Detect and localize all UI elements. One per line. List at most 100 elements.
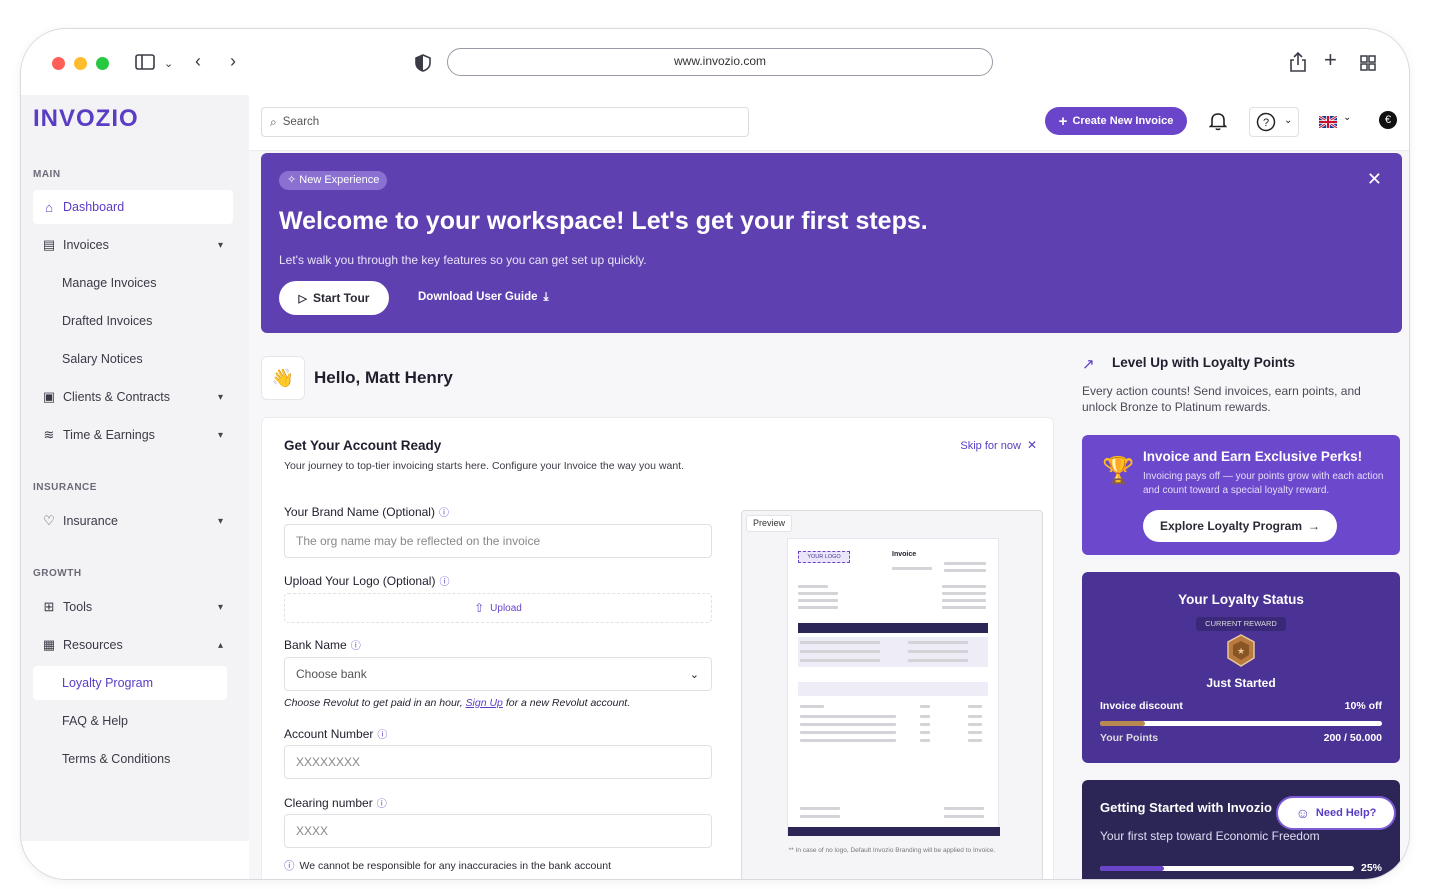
section-insurance: INSURANCE <box>33 482 97 493</box>
started-percent: 25% <box>1360 862 1382 874</box>
chevron-down-icon: ⌄ <box>1343 112 1352 123</box>
skip-button[interactable]: Skip for now ✕ <box>960 438 1037 452</box>
sidebar-item-insurance[interactable]: ♡ Insurance ▾ <box>33 504 233 538</box>
minimize-window-button[interactable] <box>74 57 87 70</box>
shield-icon[interactable] <box>415 54 431 75</box>
sidebar-item-clients[interactable]: ▣ Clients & Contracts ▾ <box>33 380 233 414</box>
invoice-paper: YOUR LOGO Invoice <box>787 538 1000 836</box>
resources-icon: ▦ <box>42 637 56 652</box>
app-logo[interactable]: INVOZIO <box>33 105 139 133</box>
logo-upload-dropzone[interactable]: ⇧ Upload <box>284 593 712 623</box>
explore-loyalty-button[interactable]: Explore Loyalty Program → <box>1143 510 1337 542</box>
info-icon: ⓘ <box>284 860 295 872</box>
close-icon: ✕ <box>1026 438 1037 452</box>
preview-logo-placeholder: YOUR LOGO <box>798 551 850 563</box>
perks-text: Invoicing pays off — your points grow wi… <box>1143 471 1384 496</box>
plus-icon: + <box>1058 112 1068 130</box>
play-icon: ▷ <box>298 292 307 305</box>
revolut-note: Choose Revolut to get paid in an hour, S… <box>284 697 631 709</box>
sidebar-item-dashboard[interactable]: ⌂ Dashboard <box>33 190 233 224</box>
sidebar-toggle-icon[interactable] <box>135 54 155 73</box>
banner-title: Welcome to your workspace! Let's get you… <box>279 207 928 235</box>
chevron-down-icon: ⌄ <box>689 668 699 681</box>
loyalty-level: Just Started <box>1206 676 1276 690</box>
clearing-number-label: Clearing number ⓘ <box>284 796 387 810</box>
avatar[interactable]: € <box>1379 111 1397 129</box>
sidebar-item-loyalty-program[interactable]: Loyalty Program <box>33 666 227 700</box>
sign-up-link[interactable]: Sign Up <box>466 697 503 709</box>
sidebar-item-tools[interactable]: ⊞ Tools ▾ <box>33 590 233 624</box>
maximize-window-button[interactable] <box>96 57 109 70</box>
share-icon[interactable] <box>1289 51 1307 76</box>
points-label: Your Points <box>1100 732 1159 744</box>
need-help-button[interactable]: ☺ Need Help? <box>1276 796 1396 830</box>
help-menu[interactable]: ? ⌄ <box>1249 107 1299 137</box>
search-input[interactable]: ⌕ Search <box>261 107 749 137</box>
create-invoice-button[interactable]: + Create New Invoice <box>1045 107 1187 135</box>
forward-icon[interactable]: › <box>230 52 236 70</box>
chevron-up-icon: ▴ <box>217 639 223 651</box>
home-icon: ⌂ <box>45 199 53 215</box>
arrow-right-icon: → <box>1308 519 1321 533</box>
discount-value: 10% off <box>1344 700 1382 712</box>
trending-up-icon: ↗ <box>1082 356 1095 373</box>
loyalty-status-card: Your Loyalty Status CURRENT REWARD ★ Jus… <box>1082 572 1400 763</box>
brand-name-input[interactable]: The org name may be reflected on the inv… <box>284 524 712 558</box>
account-number-input[interactable]: XXXXXXXX <box>284 745 712 779</box>
banner-subtitle: Let's walk you through the key features … <box>279 253 647 267</box>
bank-name-label: Bank Name ⓘ <box>284 638 361 652</box>
loyalty-subtitle: Every action counts! Send invoices, earn… <box>1082 384 1361 414</box>
close-window-button[interactable] <box>52 57 65 70</box>
sidebar-item-resources[interactable]: ▦ Resources ▴ <box>33 628 233 662</box>
close-icon[interactable]: ✕ <box>1367 169 1382 190</box>
welcome-banner: ✧ New Experience Welcome to your workspa… <box>261 153 1402 333</box>
sidebar-item-drafted-invoices[interactable]: Drafted Invoices <box>33 304 233 338</box>
heart-shield-icon: ♡ <box>43 513 55 528</box>
current-reward-badge: CURRENT REWARD <box>1196 617 1286 631</box>
sidebar-item-invoices[interactable]: ▤ Invoices ▾ <box>33 228 233 262</box>
info-icon: ⓘ <box>376 799 387 810</box>
info-icon: ⓘ <box>438 508 449 519</box>
browser-window: ⌄ ‹ › www.invozio.com + INVOZIO MAIN ⌂ Da… <box>20 28 1410 880</box>
back-icon[interactable]: ‹ <box>195 52 201 70</box>
bell-icon[interactable] <box>1208 111 1228 136</box>
chevron-down-icon[interactable]: ⌄ <box>164 55 173 73</box>
started-progress-fill <box>1100 866 1164 871</box>
top-bar: ⌕ Search + Create New Invoice ? ⌄ ⌄ € <box>249 95 1409 151</box>
tab-overview-icon[interactable] <box>1360 55 1376 74</box>
language-selector[interactable]: ⌄ <box>1318 111 1355 131</box>
new-experience-badge: ✧ New Experience <box>279 171 388 190</box>
sidebar-item-salary-notices[interactable]: Salary Notices <box>33 342 233 376</box>
download-guide-link[interactable]: Download User Guide ⤓ <box>418 291 549 304</box>
info-icon: ⓘ <box>377 730 388 741</box>
browser-toolbar: ⌄ ‹ › www.invozio.com + <box>21 29 1409 95</box>
address-bar[interactable]: www.invozio.com <box>447 48 993 76</box>
new-tab-icon[interactable]: + <box>1324 49 1337 71</box>
sparkle-icon: ✧ <box>287 174 300 186</box>
perks-title: Invoice and Earn Exclusive Perks! <box>1143 449 1363 464</box>
setup-subtitle: Your journey to top-tier invoicing start… <box>284 460 684 472</box>
question-icon: ? <box>1256 112 1276 137</box>
perks-card: 🏆 Invoice and Earn Exclusive Perks! Invo… <box>1082 435 1400 555</box>
getting-started-subtitle: Your first step toward Economic Freedom <box>1100 829 1320 843</box>
setup-title: Get Your Account Ready <box>284 438 442 453</box>
sidebar-item-faq[interactable]: FAQ & Help <box>33 704 233 738</box>
status-title: Your Loyalty Status <box>1178 592 1304 607</box>
trophy-icon: 🏆 <box>1102 455 1135 485</box>
start-tour-button[interactable]: ▷ Start Tour <box>279 281 389 315</box>
points-value: 200 / 50.000 <box>1323 732 1382 744</box>
bank-warning: ⓘ We cannot be responsible for any inaccu… <box>284 860 611 872</box>
sidebar-item-time[interactable]: ≋ Time & Earnings ▾ <box>33 418 233 452</box>
clearing-number-input[interactable]: XXXX <box>284 814 712 848</box>
download-icon: ⤓ <box>543 291 549 303</box>
sidebar-item-manage-invoices[interactable]: Manage Invoices <box>33 266 233 300</box>
bank-select[interactable]: Choose bank ⌄ <box>284 657 712 691</box>
info-icon: ⓘ <box>439 577 450 588</box>
tools-icon: ⊞ <box>43 599 55 614</box>
svg-text:★: ★ <box>1237 647 1245 657</box>
sidebar-item-terms[interactable]: Terms & Conditions <box>33 742 233 776</box>
sidebar: INVOZIO MAIN ⌂ Dashboard ▤ Invoices ▾ Manag… <box>21 95 249 841</box>
started-progress-track <box>1100 866 1354 871</box>
greeting: Hello, Matt Henry <box>314 368 453 387</box>
getting-started-title: Getting Started with Invozio <box>1100 800 1272 815</box>
